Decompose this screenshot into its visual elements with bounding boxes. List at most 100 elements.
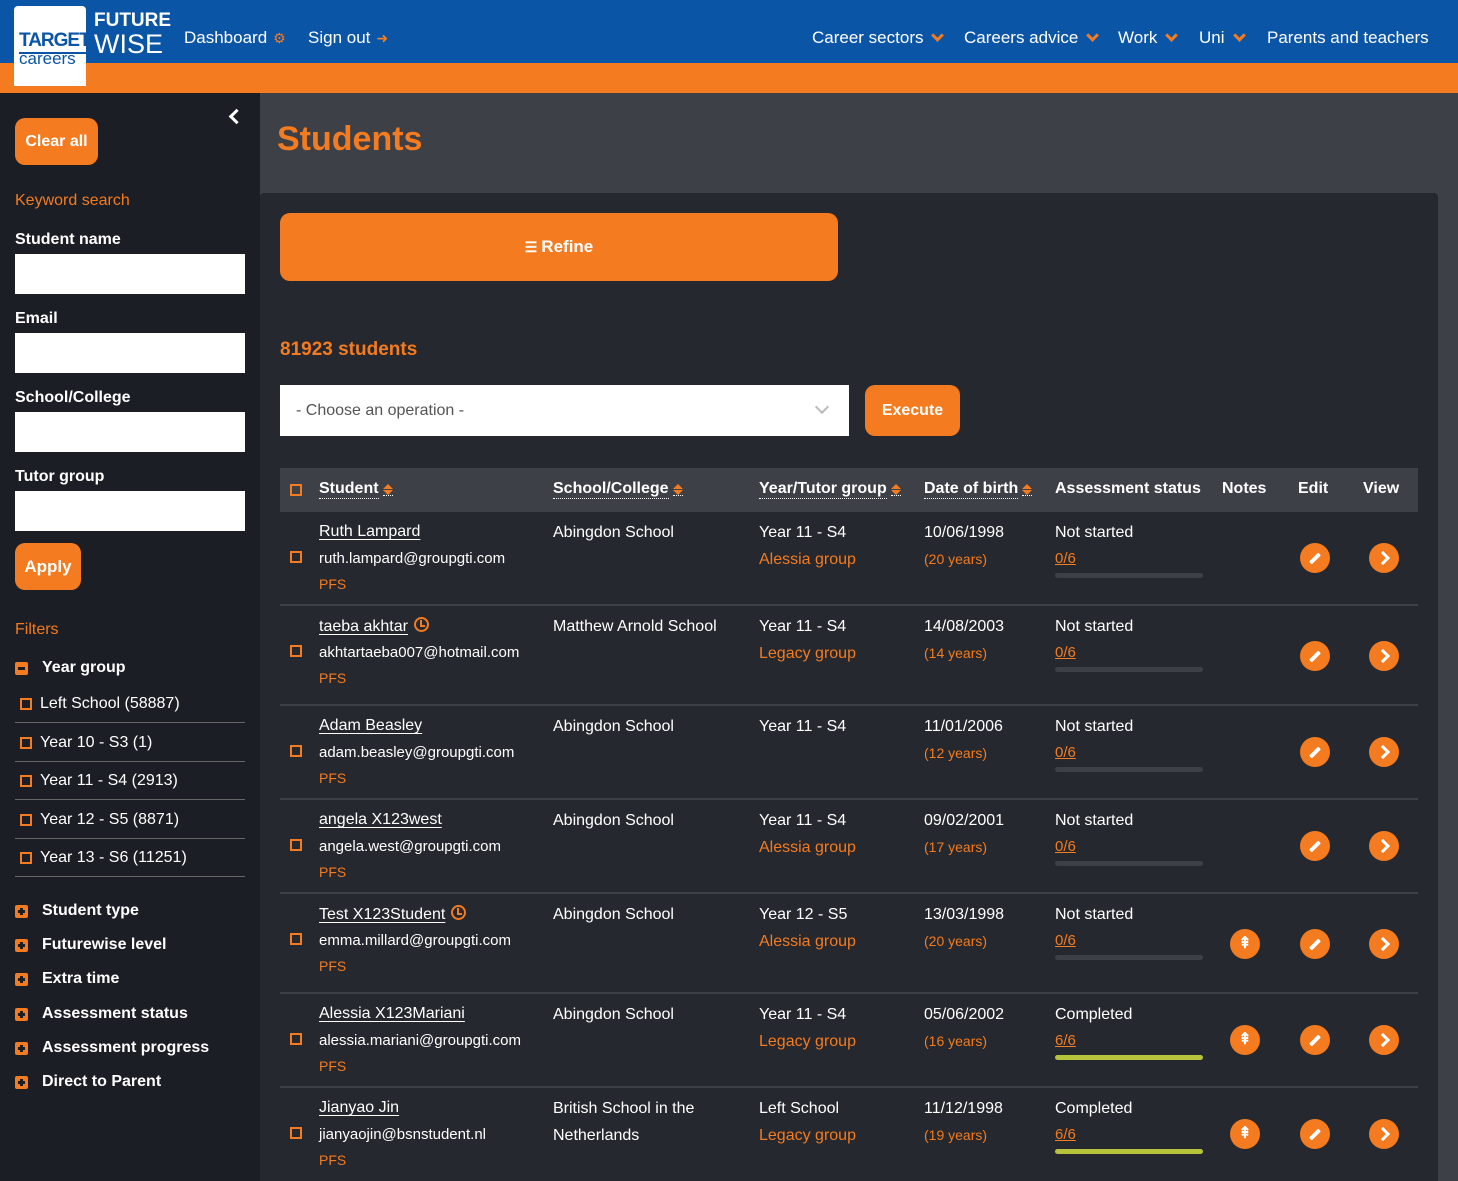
- assessment-status: Not started: [1055, 906, 1134, 923]
- chevron-right-icon: [1381, 1035, 1388, 1045]
- edit-button[interactable]: [1300, 543, 1330, 573]
- student-name-input[interactable]: [15, 254, 245, 294]
- nav-parents-teachers[interactable]: Parents and teachers: [1267, 27, 1429, 49]
- edit-button[interactable]: [1300, 737, 1330, 767]
- pencil-icon: [1313, 840, 1317, 853]
- student-type: PFS: [319, 670, 347, 686]
- assessment-progress[interactable]: 0/6: [1055, 838, 1076, 855]
- view-button[interactable]: [1369, 929, 1399, 959]
- checkbox[interactable]: [20, 697, 32, 710]
- nav-career-sectors[interactable]: Career sectors: [812, 27, 946, 49]
- edit-button[interactable]: [1300, 1025, 1330, 1055]
- student-name-link[interactable]: Test X123Student: [319, 906, 445, 923]
- nav-uni[interactable]: Uni: [1199, 27, 1248, 49]
- view-button[interactable]: [1369, 1119, 1399, 1149]
- sort-school-header[interactable]: School/College: [553, 480, 683, 499]
- notes-button[interactable]: ⇞: [1230, 1025, 1260, 1055]
- table-row: Adam Beasley adam.beasley@groupgti.com PFS…: [280, 706, 1418, 800]
- assessment-progress[interactable]: 0/6: [1055, 644, 1076, 661]
- checkbox[interactable]: [20, 851, 32, 864]
- assessment-progress[interactable]: 0/6: [1055, 550, 1076, 567]
- tutor-group: Alessia group: [759, 933, 856, 950]
- student-email: jianyaojin@bsnstudent.nl: [319, 1126, 486, 1143]
- student-type: PFS: [319, 1058, 347, 1074]
- row-checkbox[interactable]: [290, 933, 302, 945]
- apply-button[interactable]: Apply: [15, 543, 81, 590]
- checkbox[interactable]: [20, 736, 32, 749]
- row-checkbox[interactable]: [290, 839, 302, 851]
- row-checkbox[interactable]: [290, 1127, 302, 1139]
- view-button[interactable]: [1369, 1025, 1399, 1055]
- edit-button[interactable]: [1300, 929, 1330, 959]
- nav-work[interactable]: Work: [1118, 27, 1180, 49]
- student-name-link[interactable]: Jianyao Jin: [319, 1099, 399, 1116]
- nav-careers-advice[interactable]: Careers advice: [964, 27, 1101, 49]
- view-button[interactable]: [1369, 543, 1399, 573]
- assessment-progress-filter-toggle[interactable]: Assessment progress: [15, 1039, 209, 1057]
- year-group-option[interactable]: Left School (58887): [15, 685, 245, 723]
- checkbox[interactable]: [20, 774, 32, 787]
- student-email: ruth.lampard@groupgti.com: [319, 550, 506, 567]
- row-checkbox[interactable]: [290, 745, 302, 757]
- assessment-status-filter-toggle[interactable]: Assessment status: [15, 1005, 188, 1023]
- student-type-filter-toggle[interactable]: Student type: [15, 902, 139, 920]
- view-button[interactable]: [1369, 641, 1399, 671]
- student-name-link[interactable]: Adam Beasley: [319, 717, 422, 734]
- sort-student-header[interactable]: Student: [319, 480, 393, 499]
- edit-button[interactable]: [1300, 1119, 1330, 1149]
- view-button[interactable]: [1369, 737, 1399, 767]
- refine-label: Refine: [541, 237, 594, 256]
- assessment-progress[interactable]: 6/6: [1055, 1126, 1076, 1143]
- notes-button[interactable]: ⇞: [1230, 1119, 1260, 1149]
- student-name-link[interactable]: angela X123west: [319, 811, 442, 828]
- date-of-birth: 10/06/1998: [924, 524, 1005, 541]
- edit-button[interactable]: [1300, 641, 1330, 671]
- row-checkbox[interactable]: [290, 551, 302, 563]
- operation-select[interactable]: - Choose an operation -: [280, 385, 849, 436]
- sort-year-header[interactable]: Year/Tutor group: [759, 480, 901, 499]
- assessment-progress[interactable]: 6/6: [1055, 1032, 1076, 1049]
- nav-signout-link[interactable]: Sign out ➜: [308, 27, 388, 49]
- year-group-option[interactable]: Year 11 - S4 (2913): [15, 762, 245, 800]
- select-all-checkbox[interactable]: [290, 484, 302, 496]
- extra-time-filter-toggle[interactable]: Extra time: [15, 970, 119, 988]
- header-label: View: [1363, 480, 1400, 497]
- execute-button[interactable]: Execute: [865, 385, 960, 436]
- school-name: Abingdon School: [553, 1006, 674, 1023]
- refine-button[interactable]: ☰ Refine: [280, 213, 838, 281]
- collapse-sidebar-icon[interactable]: [226, 108, 242, 124]
- year-group-option[interactable]: Year 13 - S6 (11251): [15, 839, 245, 877]
- row-checkbox[interactable]: [290, 1033, 302, 1045]
- year-group-label: Year group: [42, 659, 126, 676]
- student-name-link[interactable]: Ruth Lampard: [319, 523, 420, 540]
- year-group-filter-toggle[interactable]: Year group: [15, 659, 126, 677]
- clear-all-button[interactable]: Clear all: [15, 118, 98, 165]
- expand-icon: [15, 972, 28, 986]
- option-label: Year 13 - S6 (11251): [40, 848, 187, 866]
- tutor-group-input[interactable]: [15, 491, 245, 531]
- email-input[interactable]: [15, 333, 245, 373]
- school-college-input[interactable]: [15, 412, 245, 452]
- assessment-progress[interactable]: 0/6: [1055, 932, 1076, 949]
- futurewise-level-filter-toggle[interactable]: Futurewise level: [15, 936, 167, 954]
- nav-signout-label: Sign out: [308, 28, 371, 47]
- table-row: angela X123west angela.west@groupgti.com P…: [280, 800, 1418, 894]
- assessment-progress[interactable]: 0/6: [1055, 744, 1076, 761]
- year-group-option[interactable]: Year 12 - S5 (8871): [15, 801, 245, 839]
- direct-to-parent-filter-toggle[interactable]: Direct to Parent: [15, 1073, 161, 1091]
- checkbox[interactable]: [20, 813, 32, 826]
- assessment-status: Not started: [1055, 524, 1134, 541]
- view-button[interactable]: [1369, 831, 1399, 861]
- edit-button[interactable]: [1300, 831, 1330, 861]
- sort-dob-header[interactable]: Date of birth: [924, 480, 1033, 499]
- student-name-link[interactable]: Alessia X123Mariani: [319, 1005, 465, 1022]
- nav-dashboard-link[interactable]: Dashboard ⚙: [184, 27, 286, 49]
- year-group-option[interactable]: Year 10 - S3 (1): [15, 724, 245, 762]
- student-name-link[interactable]: taeba akhtar: [319, 618, 408, 635]
- row-checkbox[interactable]: [290, 645, 302, 657]
- header-label: Student: [319, 480, 379, 499]
- notes-button[interactable]: ⇞: [1230, 929, 1260, 959]
- student-email: angela.west@groupgti.com: [319, 838, 501, 855]
- date-of-birth: 14/08/2003: [924, 618, 1005, 635]
- target-careers-logo[interactable]: TARGET careers: [14, 6, 91, 86]
